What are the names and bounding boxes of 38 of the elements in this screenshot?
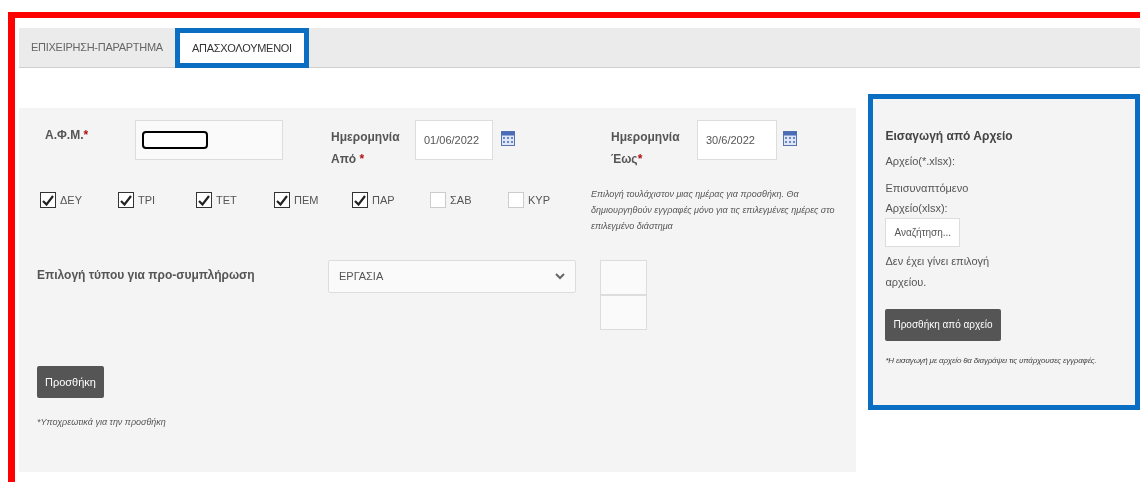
date-to-label: Ημερομηνία Έως* xyxy=(611,129,681,168)
check-icon xyxy=(42,194,54,206)
check-icon xyxy=(276,194,288,206)
required-footnote: *Υποχρεωτικά για την προσθήκη xyxy=(37,416,167,429)
calendar-icon[interactable] xyxy=(501,130,515,146)
day-checkbox[interactable]: ΤΡΙ xyxy=(118,192,196,209)
afm-label: Α.Φ.Μ.* xyxy=(45,127,90,144)
import-warning: *Η εισαγωγή με αρχείο θα διαγράψει τις υπάρχουσες εγγραφές. xyxy=(885,354,1098,367)
date-to-field[interactable]: 30/6/2022 xyxy=(697,120,777,160)
chevron-down-icon xyxy=(555,273,565,280)
date-from-field[interactable]: 01/06/2022 xyxy=(415,120,493,160)
day-checkbox[interactable]: ΠΕΜ xyxy=(274,192,352,209)
input-field[interactable] xyxy=(600,295,647,330)
calendar-icon[interactable] xyxy=(783,130,797,146)
redaction-mark xyxy=(142,131,208,149)
tab[interactable]: ΕΠΙΧΕΙΡΗΣΗ-ΠΑΡΑΡΤΗΜΑ xyxy=(19,27,175,67)
check-icon xyxy=(198,194,210,206)
afm-field[interactable] xyxy=(135,120,283,160)
no-file-text: Δεν έχει γίνει επιλογή αρχείου. xyxy=(885,253,991,290)
add-button[interactable]: Προσθήκη xyxy=(37,366,104,398)
days-note: Επιλογή τουλάχιστον μιας ημέρας για προσθήκη. Θα δημιουργηθούν εγγραφές μόνο για τις επιλεγμένες ημέρες στο επιλεγμένο διάστημα xyxy=(591,188,836,233)
attached-file-label: Επισυναπτόμενο Αρχείο(xlsx): xyxy=(885,180,970,216)
tab[interactable]: ΑΠΑΣΧΟΛΟΥΜΕΝΟΙ xyxy=(174,28,309,68)
day-checkbox[interactable]: ΠΑΡ xyxy=(352,192,430,209)
add-from-file-button[interactable]: Προσθήκη από αρχείο xyxy=(885,308,1001,341)
type-select[interactable]: ΕΡΓΑΣΙΑ xyxy=(328,260,576,293)
day-checkbox[interactable]: ΣΑΒ xyxy=(430,192,508,209)
file-label: Αρχείο(*.xlsx): xyxy=(885,154,956,169)
input-field[interactable] xyxy=(600,260,647,295)
check-icon xyxy=(354,194,366,206)
day-checkbox[interactable]: ΤΕΤ xyxy=(196,192,274,209)
type-label: Επιλογή τύπου για προ-συμπλήρωση xyxy=(37,267,256,284)
browse-button[interactable]: Αναζήτηση... xyxy=(885,217,961,247)
date-from-label: Ημερομηνία Από * xyxy=(331,129,401,168)
import-title: Εισαγωγή από Αρχείο xyxy=(885,128,1014,145)
check-icon xyxy=(120,194,132,206)
day-checkbox[interactable]: ΔΕΥ xyxy=(40,192,118,209)
day-checkbox[interactable]: ΚΥΡ xyxy=(508,192,586,209)
